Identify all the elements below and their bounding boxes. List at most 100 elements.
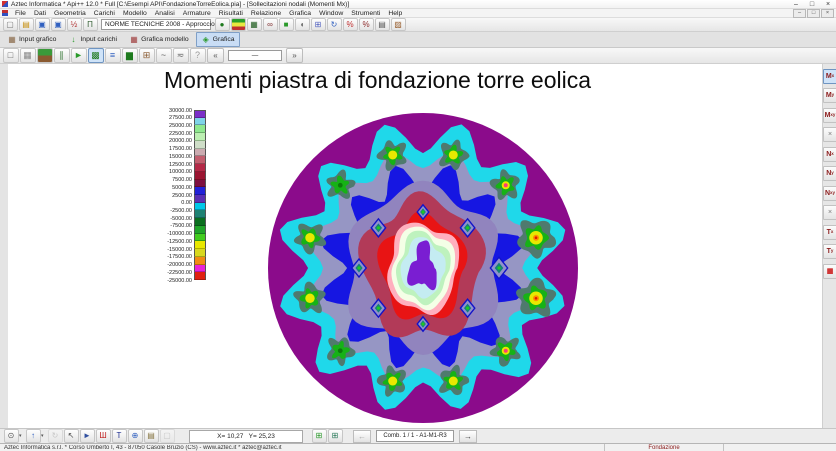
component-ty-button[interactable]: Ty: [823, 244, 836, 259]
probe-icon[interactable]: ►: [80, 429, 95, 443]
design-code-select[interactable]: NORME TECNICHE 2008 - Approccio 2 ▾: [101, 19, 211, 30]
foundation-plan-icon[interactable]: ▦: [823, 264, 836, 279]
mdi-restore-button[interactable]: □: [807, 9, 820, 18]
menu-bar: FileDatiGeometriaCarichiModelloAnalisiAr…: [0, 9, 836, 18]
node-grid-icon[interactable]: ▦: [20, 48, 36, 63]
menu-carichi[interactable]: Carichi: [90, 10, 119, 17]
legend-value: 22500.00: [160, 131, 192, 137]
model-graphics-icon: ▦: [129, 36, 139, 44]
menu-geometria[interactable]: Geometria: [50, 10, 90, 17]
close-button[interactable]: ×: [820, 1, 836, 8]
legend-value: 0.00: [160, 200, 192, 206]
component-nxy-button[interactable]: Nxy: [823, 186, 836, 201]
open-file-icon[interactable]: ▤: [19, 18, 34, 31]
menu-armature[interactable]: Armature: [179, 10, 215, 17]
tab-grafica[interactable]: ◈Grafica: [196, 32, 240, 47]
menu-relazione[interactable]: Relazione: [247, 10, 285, 17]
tab-input-grafico[interactable]: ▦Input grafico: [2, 32, 61, 47]
load-scale-icon[interactable]: Π: [83, 18, 98, 31]
zoom-icon[interactable]: ⊙: [4, 429, 19, 443]
menu-risultati[interactable]: Risultati: [215, 10, 247, 17]
redraw-icon[interactable]: ↻: [48, 429, 63, 443]
percent-icon[interactable]: %: [343, 18, 358, 31]
save-all-icon[interactable]: ▣: [51, 18, 66, 31]
menu-grafica[interactable]: Grafica: [285, 10, 315, 17]
component-mx-button[interactable]: Mx: [823, 69, 836, 84]
section-plane-icon[interactable]: ≂: [173, 48, 189, 63]
next-combination-button[interactable]: →: [459, 430, 477, 443]
refresh-icon[interactable]: ↻: [327, 18, 342, 31]
stamp-icon[interactable]: ▨: [391, 18, 406, 31]
component-mxy-button[interactable]: Mxy: [823, 108, 836, 123]
component-my-button[interactable]: My: [823, 88, 836, 103]
solid-view-icon[interactable]: ▆: [122, 48, 138, 63]
legend-swatch: [194, 234, 206, 242]
tab-grafica-modello[interactable]: ▦Grafica modello: [124, 32, 194, 47]
table-icon[interactable]: ⊞: [139, 48, 155, 63]
prev-combination-button[interactable]: ←: [353, 430, 371, 443]
contour-map-icon[interactable]: ▩: [88, 48, 104, 63]
component-nx-button[interactable]: Nx: [823, 147, 836, 162]
zoom-icon-dropdown[interactable]: ▾: [19, 433, 24, 439]
fit-view-icon[interactable]: ↑: [26, 429, 41, 443]
mesh-comb-icon[interactable]: Ш: [96, 429, 111, 443]
binoculars-icon[interactable]: ∞: [263, 18, 278, 31]
component-tx-button[interactable]: Tx: [823, 225, 836, 240]
legend-swatch: [194, 110, 206, 118]
export-image-icon[interactable]: ▤: [144, 429, 159, 443]
legend-swatch: [194, 249, 206, 257]
edit-grid-icon[interactable]: ⊞: [311, 18, 326, 31]
menu-window[interactable]: Window: [315, 10, 347, 17]
contour-plot[interactable]: [262, 108, 584, 428]
print-setup-icon[interactable]: ▤: [375, 18, 390, 31]
legend-swatch: [194, 180, 206, 188]
legend-swatch: [194, 172, 206, 180]
menu-help[interactable]: Help: [384, 10, 406, 17]
values-table-icon[interactable]: ⊞: [328, 429, 343, 443]
menu-analisi[interactable]: Analisi: [151, 10, 179, 17]
query-icon[interactable]: ?: [190, 48, 206, 63]
minimize-button[interactable]: –: [788, 1, 804, 8]
new-file-icon[interactable]: ▢: [3, 18, 18, 31]
units-icon[interactable]: ½: [67, 18, 82, 31]
legend-value: 2500.00: [160, 193, 192, 199]
section-curve-icon[interactable]: ~: [156, 48, 172, 63]
view-select[interactable]: —: [228, 50, 282, 61]
menu-file[interactable]: File: [11, 10, 30, 17]
soil-layers-icon[interactable]: [37, 48, 53, 63]
restore-button[interactable]: □: [804, 1, 820, 8]
speaker-icon[interactable]: ◖: [295, 18, 310, 31]
separator-cut-icon[interactable]: ×: [823, 127, 836, 142]
menu-dati[interactable]: Dati: [30, 10, 50, 17]
component-ny-button[interactable]: Ny: [823, 166, 836, 181]
globe-icon[interactable]: ⊕: [128, 429, 143, 443]
select-rect-icon[interactable]: □: [3, 48, 19, 63]
menu-modello[interactable]: Modello: [119, 10, 151, 17]
prev-view-button[interactable]: «: [207, 48, 224, 63]
drawing-canvas[interactable]: Momenti piastra di fondazione torre eoli…: [8, 64, 822, 428]
text-annotation-icon[interactable]: T: [112, 429, 127, 443]
legend-value: -5000.00: [160, 216, 192, 222]
fit-view-icon-dropdown[interactable]: ▾: [41, 433, 46, 439]
menu-strumenti[interactable]: Strumenti: [347, 10, 384, 17]
material-icon[interactable]: ■: [279, 18, 294, 31]
page-preview-icon[interactable]: ▢: [160, 429, 175, 443]
legend-colors-icon[interactable]: [231, 18, 246, 31]
combination-select[interactable]: Comb. 1 / 1 - A1-M1-R3: [376, 430, 454, 442]
pan-view-icon[interactable]: ►: [71, 48, 87, 63]
mesh-icon[interactable]: ▦: [247, 18, 262, 31]
select-entity-icon[interactable]: ↖: [64, 429, 79, 443]
save-icon[interactable]: ▣: [35, 18, 50, 31]
tab-label: Input grafico: [19, 36, 56, 43]
hatch-icon[interactable]: ∥: [54, 48, 70, 63]
run-analysis-icon[interactable]: ●: [215, 18, 230, 31]
bottom-toolbar: ⊙▾↑▾↻↖►ШT⊕▤▢ X= 10,27 Y= 25,23 ⊞⊞ ← Comb…: [0, 428, 836, 443]
next-view-button[interactable]: »: [286, 48, 303, 63]
list-values-icon[interactable]: ≡: [105, 48, 121, 63]
diagram-settings-icon[interactable]: ⊞: [312, 429, 327, 443]
percent-strike-icon[interactable]: %: [359, 18, 374, 31]
mdi-minimize-button[interactable]: –: [793, 9, 806, 18]
mdi-close-button[interactable]: ×: [821, 9, 834, 18]
tab-input-carichi[interactable]: ↓Input carichi: [63, 32, 122, 47]
separator-cut-icon-2[interactable]: ×: [823, 205, 836, 220]
